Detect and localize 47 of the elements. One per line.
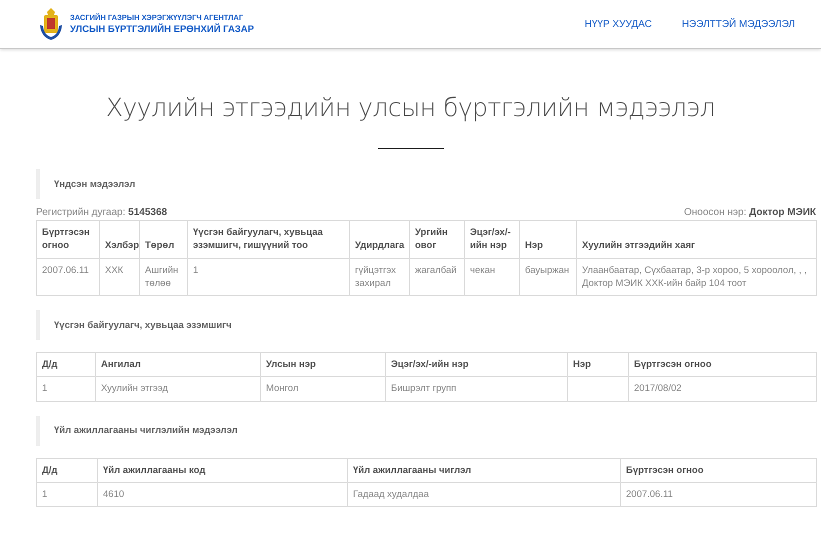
table-cell: 1 (36, 482, 98, 507)
table-cell: Гадаад худалдаа (348, 482, 620, 507)
page-title: Хуулийн этгээдийн улсын бүртгэлийн мэдээлэл (104, 93, 716, 122)
column-header: Эцэг/эх/-ийн нэр (464, 220, 520, 258)
column-header: Бүртгэсэн огноо (620, 458, 816, 483)
table-cell: Ашгийн төлөө (140, 258, 188, 296)
column-header: Ангилал (96, 352, 260, 377)
nav-link[interactable]: НҮҮР ХУУДАС (584, 18, 652, 30)
assigned-name: Оноосон нэр: Доктор МЭИК (684, 207, 816, 218)
section-heading: Үүсгэн байгуулагч, хувьцаа эзэмшигч (54, 320, 232, 331)
nav-link[interactable]: НЭЭЛТТЭЙ МЭДЭЭЛЭЛ (682, 18, 795, 30)
column-header: Эцэг/эх/-ийн нэр (386, 352, 568, 377)
table-cell: 2007.06.11 (36, 258, 100, 296)
column-header: Төрөл (140, 220, 188, 258)
agency-title: УЛСЫН БҮРТГЭЛИЙН ЕРӨНХИЙ ГАЗАР (70, 24, 254, 35)
column-header: Д/д (36, 458, 98, 483)
column-header: Улсын нэр (260, 352, 386, 377)
column-header: Үйл ажиллагааны код (98, 458, 348, 483)
section-heading: Үйл ажиллагааны чиглэлийн мэдээлэл (54, 425, 238, 436)
column-header: Удирдлага (350, 220, 410, 258)
column-header: Бүртгэсэн огноо (628, 352, 816, 377)
table-cell: 4610 (98, 482, 348, 507)
column-header: Үүсгэн байгуулагч, хувьцаа эзэмшигч, гишүүний тоо (188, 220, 350, 258)
column-header: Ургийн овог (410, 220, 464, 258)
table-cell: ХХК (100, 258, 140, 296)
column-header: Д/д (36, 352, 96, 377)
table-cell: Бишрэлт групп (386, 376, 568, 402)
table-cell: 1 (36, 376, 96, 402)
column-header: Хуулийн этгээдийн хаяг (576, 220, 816, 258)
table-cell: чекан (464, 258, 520, 296)
table-cell: 1 (188, 258, 350, 296)
registry-number: Регистрийн дугаар: 5145368 (36, 207, 168, 218)
table-cell: бауыржан (520, 258, 576, 296)
section-heading: Үндсэн мэдээлэл (54, 178, 136, 190)
column-header: Хэлбэр (100, 220, 140, 258)
table-cell: Хуулийн этгээд (96, 376, 260, 402)
table-cell: 2007.06.11 (620, 482, 816, 507)
column-header: Нэр (520, 220, 576, 258)
table-cell: Улаанбаатар, Сүхбаатар, 3-р хороо, 5 хороолол, , , Доктор МЭИК ХХК-ийн байр 104 тоот (576, 258, 816, 296)
column-header: Үйл ажиллагааны чиглэл (348, 458, 620, 483)
emblem-icon (38, 7, 64, 41)
table-cell: Монгол (260, 376, 386, 402)
table-cell: 2017/08/02 (628, 376, 816, 402)
column-header: Бүртгэсэн огноо (36, 220, 100, 258)
column-header: Нэр (568, 352, 628, 377)
table-cell: жагалбай (410, 258, 464, 296)
table-cell: гүйцэтгэх захирал (350, 258, 410, 296)
